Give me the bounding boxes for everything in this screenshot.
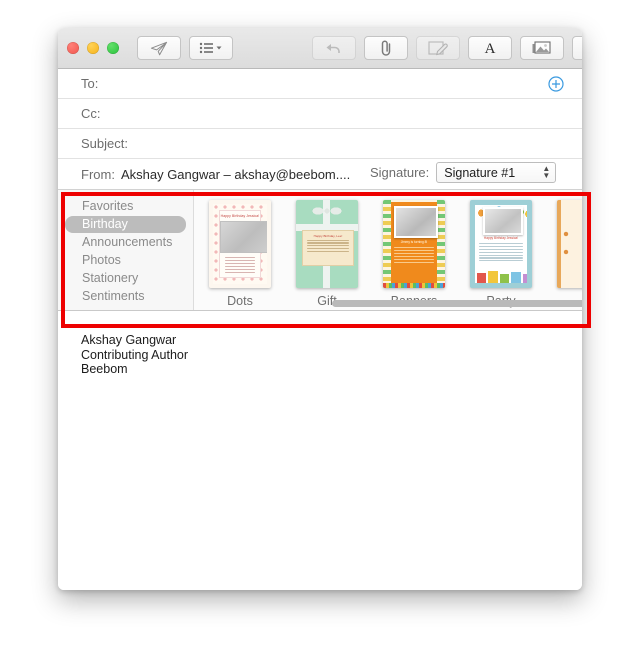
stationery-template-dots[interactable]: Happy Birthday Jessica! Dots (204, 200, 276, 308)
sidebar-item-sentiments[interactable]: Sentiments (65, 288, 186, 305)
to-field-row[interactable]: To: (58, 69, 582, 99)
stationery-horizontal-scrollbar[interactable] (331, 299, 582, 308)
cc-field-row[interactable]: Cc: (58, 99, 582, 129)
stationery-template-partial[interactable] (552, 200, 582, 294)
template-thumbnail[interactable] (557, 200, 582, 288)
card-text-lines (394, 247, 434, 265)
card-photo-placeholder (220, 221, 267, 253)
template-thumbnail[interactable]: Jimmy is turning 8! (383, 200, 445, 288)
sidebar-item-photos[interactable]: Photos (65, 252, 186, 269)
paperclip-icon (379, 39, 393, 57)
card-text-lines (479, 243, 523, 263)
sidebar-item-stationery[interactable]: Stationery (65, 270, 186, 287)
template-label: Dots (227, 294, 253, 308)
subject-field-row[interactable]: Subject: (58, 129, 582, 159)
card-edge-decoration (557, 200, 582, 288)
markup-button[interactable] (416, 36, 460, 60)
banner-footer-decoration (383, 283, 445, 288)
mail-compose-window: A To: Cc: Subject: From: Akshay Gangwar … (58, 28, 582, 590)
card-title: Happy Birthday Jessica! (220, 214, 260, 218)
letter-a-icon: A (483, 40, 497, 56)
header-fields-button[interactable] (189, 36, 233, 60)
stationery-template-party[interactable]: Happy Birthday Jessica! Party (465, 200, 537, 308)
template-thumbnail[interactable]: Happy Birthday Jessica! (470, 200, 532, 288)
sidebar-item-favorites[interactable]: Favorites (65, 198, 186, 215)
add-recipient-icon[interactable] (548, 76, 564, 92)
from-field-row[interactable]: From: Akshay Gangwar – akshay@beebom....… (58, 159, 582, 189)
stationery-thumbnail-scroll-area[interactable]: Happy Birthday Jessica! Dots Happy Birth… (194, 190, 582, 310)
compose-header-fields: To: Cc: Subject: From: Akshay Gangwar – … (58, 69, 582, 189)
presents-decoration (475, 269, 527, 283)
send-button[interactable] (137, 36, 181, 60)
signature-selected-value: Signature #1 (444, 165, 516, 180)
card-title: Jimmy is turning 8! (400, 240, 428, 244)
template-thumbnail[interactable]: Happy Birthday Jessica! (209, 200, 271, 288)
stationery-template-gift[interactable]: Happy Birthday, Lee! Gift (291, 200, 363, 308)
subject-label: Subject: (81, 136, 128, 151)
bow-decoration (309, 202, 345, 220)
photo-browser-button[interactable] (520, 36, 564, 60)
card-inner: Happy Birthday, Lee! (302, 230, 354, 266)
signature-label: Signature: (370, 165, 430, 180)
close-window-button[interactable] (67, 42, 79, 54)
banner-flags-right-decoration (437, 200, 445, 288)
chevron-updown-icon: ▲ ▼ (542, 164, 551, 180)
sidebar-item-birthday[interactable]: Birthday (65, 216, 186, 233)
banner-flags-left-decoration (383, 200, 391, 288)
traffic-lights (67, 42, 119, 54)
header-fields-icon (199, 42, 223, 54)
signature-select[interactable]: Signature #1 ▲ ▼ (436, 162, 557, 183)
minimize-window-button[interactable] (87, 42, 99, 54)
signature-line-name: Akshay Gangwar (81, 333, 177, 347)
markup-icon (428, 40, 448, 56)
from-value: Akshay Gangwar – akshay@beebom.... (120, 166, 351, 182)
send-icon (150, 41, 168, 56)
stationery-category-list: Favorites Birthday Announcements Photos … (58, 190, 194, 310)
card-text-lines (225, 257, 255, 274)
signature-line-org: Beebom (81, 362, 128, 376)
signature-line-title: Contributing Author (81, 347, 189, 362)
card-photo-placeholder (483, 207, 523, 235)
window-titlebar: A (58, 28, 582, 69)
message-body[interactable]: Akshay Gangwar Contributing Author Beebo… (58, 311, 582, 590)
card-title: Happy Birthday, Lee! (313, 234, 343, 238)
undo-icon (325, 41, 343, 55)
stationery-picker: Favorites Birthday Announcements Photos … (58, 189, 582, 311)
signature-group: Signature: Signature #1 ▲ ▼ (370, 162, 557, 183)
attach-file-button[interactable] (364, 36, 408, 60)
cc-label: Cc: (81, 106, 101, 121)
from-label: From: (81, 166, 115, 182)
undo-button[interactable] (312, 36, 356, 60)
stationery-template-banners[interactable]: Jimmy is turning 8! Banners (378, 200, 450, 308)
template-thumbnail[interactable]: Happy Birthday, Lee! (296, 200, 358, 288)
zoom-window-button[interactable] (107, 42, 119, 54)
stationery-button[interactable] (572, 36, 582, 60)
to-label: To: (81, 76, 99, 91)
svg-text:A: A (485, 41, 496, 56)
photo-icon (532, 40, 552, 56)
card-photo-placeholder (394, 206, 438, 238)
card-title: Happy Birthday Jessica! (483, 236, 519, 240)
format-button[interactable]: A (468, 36, 512, 60)
scrollbar-thumb[interactable] (332, 300, 582, 307)
card-inner: Happy Birthday Jessica! (219, 210, 267, 278)
sidebar-item-announcements[interactable]: Announcements (65, 234, 186, 251)
stationery-thumbnail-strip: Happy Birthday Jessica! Dots Happy Birth… (194, 190, 582, 308)
